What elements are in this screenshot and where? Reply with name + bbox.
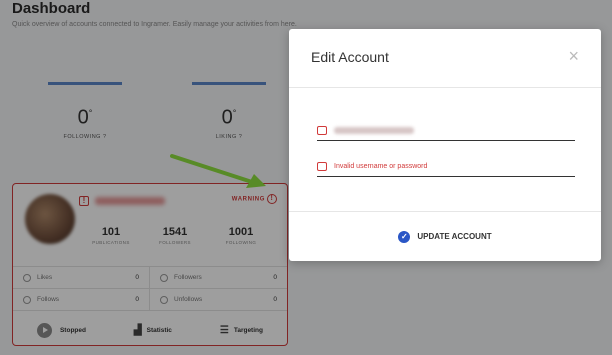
check-circle-icon: ✓ [398,230,411,243]
username-value-blurred [334,127,414,134]
instagram-icon [317,126,327,135]
modal-footer: ✓ UPDATE ACCOUNT [289,211,601,261]
modal-header: Edit Account × [289,29,601,88]
update-account-button[interactable]: ✓ UPDATE ACCOUNT [398,230,492,243]
username-field[interactable] [317,121,575,141]
password-field[interactable]: Invalid username or password [317,157,575,177]
close-icon[interactable]: × [568,46,579,67]
modal-title: Edit Account [311,49,389,65]
password-error-text: Invalid username or password [334,163,428,170]
lock-icon [317,162,327,171]
edit-account-modal: Edit Account × Invalid username or passw… [289,29,601,261]
